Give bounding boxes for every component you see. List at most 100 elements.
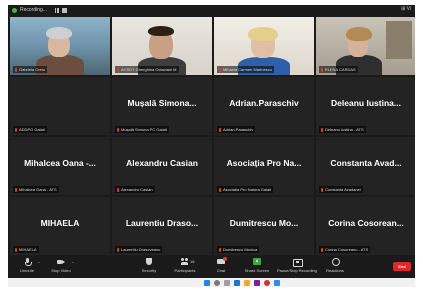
video-tile[interactable]: Gabriela Cretu	[10, 17, 110, 75]
video-tile[interactable]: ACSDT Gherghina Octaviani M	[112, 17, 212, 75]
windows-start-icon[interactable]	[204, 279, 210, 286]
muted-mic-icon	[321, 247, 323, 252]
muted-mic-icon	[321, 127, 323, 132]
participant-label: Asociatia Pro Natura Galati	[217, 186, 274, 193]
muted-mic-icon	[15, 187, 17, 192]
meeting-toolbar: Unmute ^ Stop Video ^ Security 16 Partic…	[8, 256, 415, 278]
zoom-meeting-window: Recording... ⊞ Vi Gabriela Cretu ACSDT G…	[8, 5, 415, 287]
muted-mic-icon	[219, 187, 221, 192]
muted-mic-icon	[219, 127, 221, 132]
share-screen-button[interactable]: Share Screen	[240, 258, 274, 277]
microphone-icon	[23, 258, 32, 266]
video-tile-active-speaker[interactable]: Mihaela Carmen Marinescu	[214, 17, 314, 75]
name-tile[interactable]: Dumitrescu Mo... Dumitrescu Monica	[214, 197, 314, 255]
share-screen-icon	[253, 258, 261, 266]
participant-name: Asociația Pro Na...	[226, 158, 302, 168]
name-tile[interactable]: Asociația Pro Na... Asociatia Pro Natura…	[214, 137, 314, 195]
chat-button[interactable]: Chat	[204, 257, 238, 277]
name-tile[interactable]: Laurentiu Draso... Laurentiu Drasoveanu	[112, 197, 212, 255]
edge-icon[interactable]	[234, 279, 240, 286]
security-label: Security	[141, 268, 157, 273]
participant-name: Mușală Simona...	[127, 98, 197, 108]
participant-label: ACSDT Gherghina Octaviani M	[115, 66, 179, 73]
participants-button[interactable]: 16 Participants	[168, 258, 202, 277]
muted-mic-icon	[219, 67, 221, 72]
muted-mic-icon	[15, 127, 17, 132]
recording-status: Recording...	[20, 7, 47, 13]
name-tile[interactable]: Mușală Simona... Mușală Simona PC Galati	[112, 77, 212, 135]
participant-label: Mihaela Carmen Marinescu	[217, 66, 274, 73]
recording-icon	[293, 258, 303, 267]
participant-label: Gabriela Cretu	[13, 66, 48, 73]
share-screen-label: Share Screen	[244, 268, 270, 273]
unmute-label: Unmute	[19, 268, 34, 273]
muted-mic-icon	[15, 67, 17, 72]
chrome-icon[interactable]	[264, 279, 270, 286]
muted-mic-icon	[117, 127, 119, 132]
pause-recording-icon[interactable]	[54, 8, 59, 13]
chat-icon	[217, 257, 227, 266]
name-tile[interactable]: Alexandru Casian Alexandru Casian	[112, 137, 212, 195]
video-tile[interactable]: ELENA CARDAS	[316, 17, 415, 75]
participant-label: ELENA CARDAS	[319, 66, 358, 73]
name-tile[interactable]: Corina Cosorean... Corina Cosoreanu - AT…	[316, 197, 415, 255]
participant-name: MIHAELA	[40, 218, 80, 228]
participant-label: ADDPO Galati	[13, 126, 47, 133]
participants-label: Participants	[174, 268, 196, 273]
muted-mic-icon	[117, 67, 119, 72]
participant-label: Adrian.Paraschiv	[217, 126, 256, 133]
name-tile[interactable]: Mihalcea Oana -... Mihalcea Oana - ATS	[10, 137, 110, 195]
file-explorer-icon[interactable]	[244, 279, 250, 286]
reactions-button[interactable]: Reactions	[318, 258, 352, 277]
audio-options-caret[interactable]: ^	[38, 260, 43, 265]
participant-label: Laurentiu Drasoveanu	[115, 246, 163, 253]
participant-name: Constanta Avad...	[330, 158, 402, 168]
security-button[interactable]: Security	[132, 258, 166, 277]
participant-name: Corina Cosorean...	[328, 218, 404, 228]
muted-mic-icon	[117, 187, 119, 192]
participant-label: Constanta Avadanei	[319, 186, 363, 193]
participant-name: Dumitrescu Mo...	[229, 218, 299, 228]
video-camera-icon	[57, 258, 65, 266]
participant-label: Mușală Simona PC Galati	[115, 126, 169, 133]
participant-label: Corina Cosoreanu - ATS	[319, 246, 371, 253]
name-tile[interactable]: ADDPO Galati	[10, 77, 110, 135]
participant-label: Alexandru Casian	[115, 186, 155, 193]
video-options-caret[interactable]: ^	[72, 260, 77, 265]
participant-name: Laurentiu Draso...	[125, 218, 199, 228]
name-tile[interactable]: Adrian.Paraschiv Adrian.Paraschiv	[214, 77, 314, 135]
participant-label: Mihalcea Oana - ATS	[13, 186, 59, 193]
participant-label: Dumitrescu Monica	[217, 246, 260, 253]
stop-recording-icon[interactable]	[62, 8, 67, 13]
participants-icon	[181, 258, 189, 266]
teams-icon[interactable]	[254, 279, 260, 286]
participants-count: 16	[190, 259, 195, 264]
muted-mic-icon	[321, 67, 323, 72]
name-tile[interactable]: MIHAELA MIHAELA	[10, 197, 110, 255]
muted-mic-icon	[117, 247, 119, 252]
task-view-icon[interactable]	[224, 279, 230, 286]
name-tile[interactable]: Deleanu Iustina... Deleanu Iustina - ATS	[316, 77, 415, 135]
top-bar: Recording... ⊞ Vi	[8, 5, 415, 16]
end-meeting-button[interactable]: End	[393, 262, 411, 271]
reactions-label: Reactions	[326, 268, 344, 273]
pause-recording-label: Pause/Stop Recording	[276, 268, 318, 273]
shield-icon	[145, 258, 153, 266]
muted-mic-icon	[321, 187, 323, 192]
smiley-icon	[331, 258, 340, 266]
participant-name: Alexandru Casian	[126, 158, 198, 168]
participant-grid: Gabriela Cretu ACSDT Gherghina Octaviani…	[8, 16, 415, 256]
muted-mic-icon	[219, 247, 221, 252]
search-icon[interactable]	[214, 279, 220, 286]
stop-video-label: Stop Video	[51, 268, 71, 273]
participant-label: Deleanu Iustina - ATS	[319, 126, 366, 133]
participant-label: MIHAELA	[13, 246, 39, 253]
chat-label: Chat	[216, 268, 226, 273]
participant-name: Deleanu Iustina...	[331, 98, 401, 108]
zoom-icon[interactable]	[274, 279, 280, 286]
windows-taskbar	[8, 278, 415, 287]
name-tile[interactable]: Constanta Avad... Constanta Avadanei	[316, 137, 415, 195]
pause-stop-recording-button[interactable]: Pause/Stop Recording	[276, 258, 318, 277]
participant-name: Mihalcea Oana -...	[24, 158, 96, 168]
view-button[interactable]: ⊞ Vi	[401, 6, 411, 12]
